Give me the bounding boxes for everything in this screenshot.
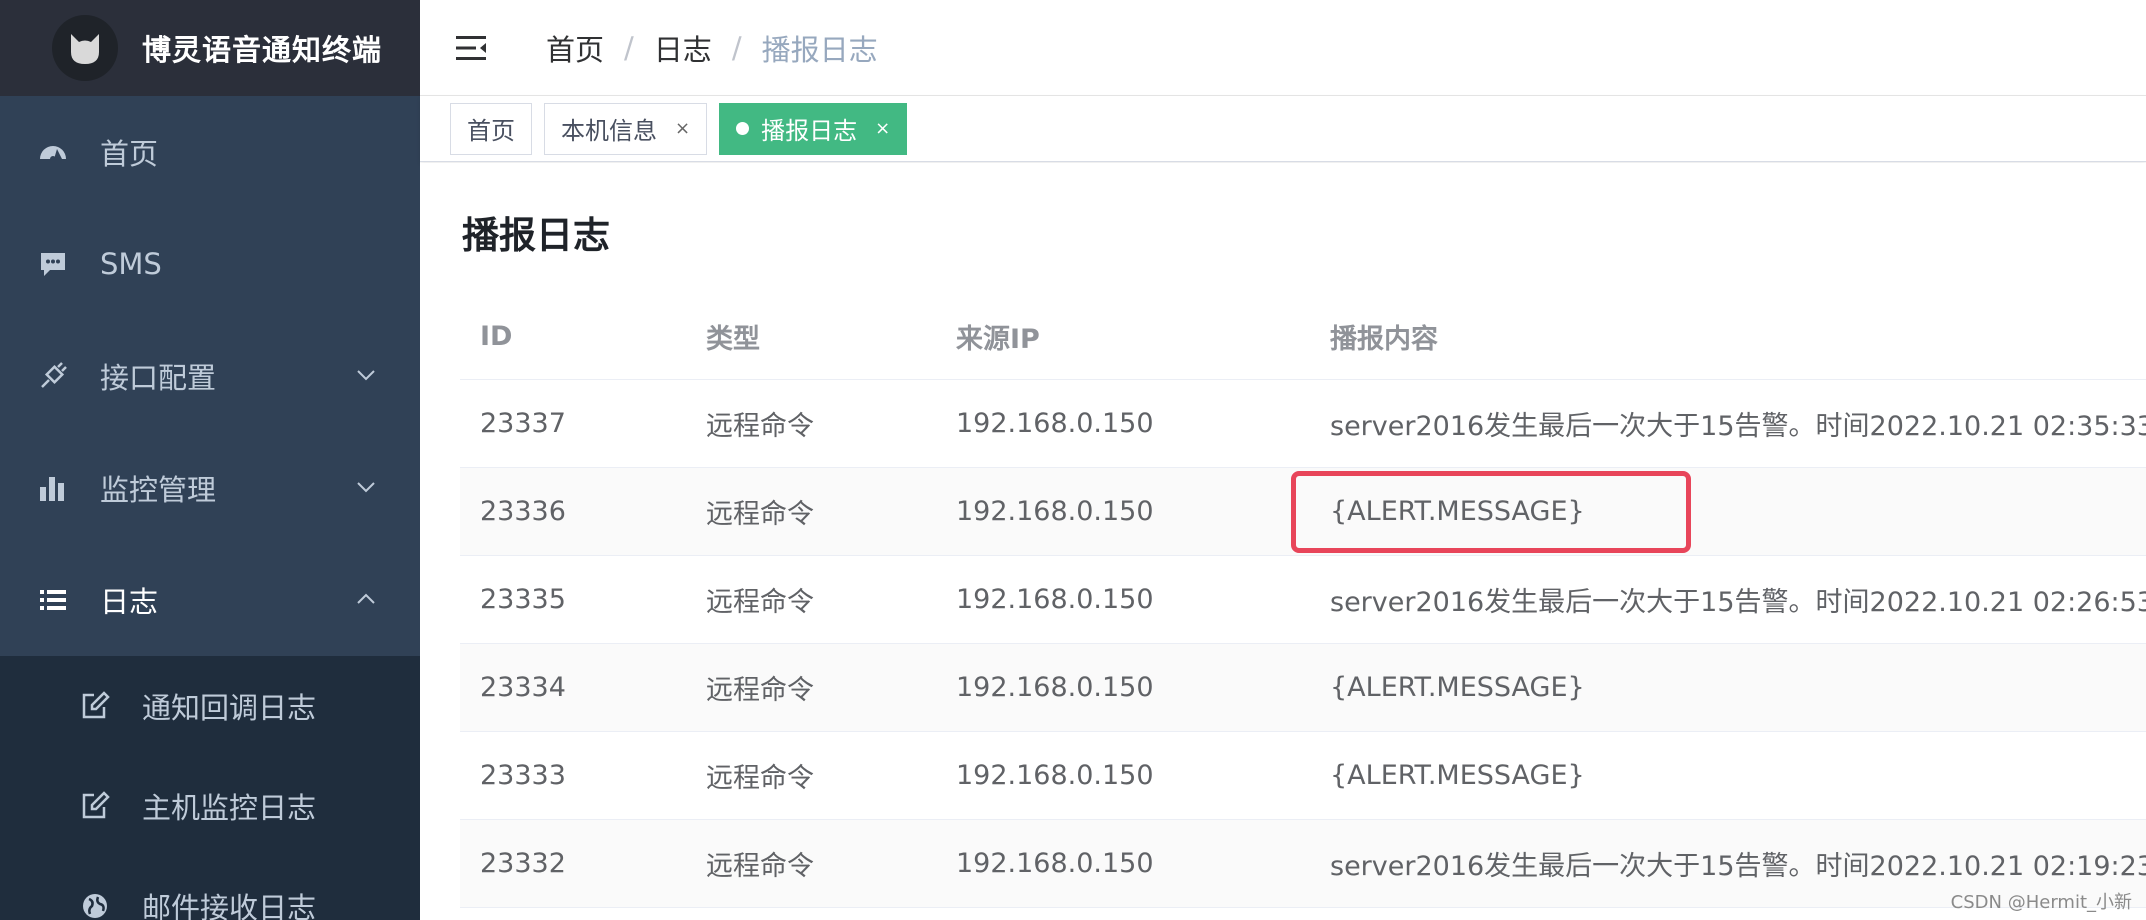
cat-logo-icon — [52, 15, 118, 81]
cell-type: 远程命令 — [706, 851, 814, 882]
table-row[interactable]: 23334 远程命令 192.168.0.150 {ALERT.MESSAGE} — [460, 644, 2146, 732]
plug-icon — [38, 361, 68, 391]
breadcrumb-current: 播报日志 — [761, 32, 878, 67]
sidebar-subitem-label: 邮件接收日志 — [142, 891, 317, 920]
cell-type: 远程命令 — [706, 763, 814, 794]
chevron-down-icon — [357, 482, 375, 493]
chevron-down-icon — [357, 370, 375, 381]
table-row[interactable]: 23332 远程命令 192.168.0.150 server2016发生最后一… — [460, 820, 2146, 908]
cell-content: server2016发生最后一次大于15告警。时间2022.10.21 02:2… — [1330, 587, 2146, 618]
column-header-content: 播报内容 — [1330, 323, 1438, 355]
sidebar-item-monitor[interactable]: 监控管理 — [0, 432, 420, 544]
cell-type: 远程命令 — [706, 675, 814, 706]
highlight-box — [1291, 471, 1691, 553]
cell-ip: 192.168.0.150 — [956, 408, 1154, 439]
cell-ip: 192.168.0.150 — [956, 760, 1154, 791]
list-icon — [38, 585, 68, 615]
sidebar: 博灵语音通知终端 首页 SMS 接口配置 监控管理 日志 通知回调日志 主机监控… — [0, 0, 420, 920]
cell-type: 远程命令 — [706, 587, 814, 618]
cell-ip: 192.168.0.150 — [956, 496, 1154, 527]
sidebar-subitem-label: 主机监控日志 — [142, 791, 317, 825]
cell-content: {ALERT.MESSAGE} — [1330, 672, 1585, 703]
breadcrumb-separator: / — [624, 30, 634, 65]
active-dot-icon — [736, 122, 750, 135]
tag-label: 本机信息 — [561, 117, 657, 145]
cell-id: 23333 — [480, 760, 566, 791]
sidebar-item-log[interactable]: 日志 — [0, 544, 420, 656]
sidebar-item-interface-config[interactable]: 接口配置 — [0, 320, 420, 432]
cell-content: server2016发生最后一次大于15告警。时间2022.10.21 02:3… — [1330, 411, 2146, 442]
cell-content: {ALERT.MESSAGE} — [1330, 760, 1585, 791]
cell-ip: 192.168.0.150 — [956, 672, 1154, 703]
cell-content: server2016发生最后一次大于15告警。时间2022.10.21 02:1… — [1330, 851, 2146, 882]
log-submenu: 通知回调日志 主机监控日志 邮件接收日志 — [0, 656, 420, 920]
hamburger-icon[interactable] — [454, 31, 488, 65]
chevron-up-icon — [357, 593, 375, 604]
tag-label: 首页 — [467, 117, 515, 145]
watermark: CSDN @Hermit_小新 — [1950, 892, 2132, 913]
tags-view: 首页 本机信息 × 播报日志 × — [420, 96, 2146, 162]
breadcrumb-home[interactable]: 首页 — [546, 27, 604, 69]
column-header-ip: 来源IP — [956, 323, 1040, 355]
column-header-id: ID — [480, 320, 513, 352]
cell-id: 23334 — [480, 672, 566, 703]
sidebar-item-sms[interactable]: SMS — [0, 208, 420, 320]
sidebar-subitem-callback-log[interactable]: 通知回调日志 — [0, 656, 420, 756]
sidebar-item-label: 日志 — [100, 585, 159, 619]
sidebar-item-label: 监控管理 — [100, 473, 217, 507]
tag-device-info[interactable]: 本机信息 × — [544, 102, 708, 155]
sidebar-subitem-mail-log[interactable]: 邮件接收日志 — [0, 856, 420, 920]
edit-icon — [80, 691, 110, 721]
cell-ip: 192.168.0.150 — [956, 848, 1154, 879]
cell-type: 远程命令 — [706, 499, 814, 530]
log-table: ID 类型 来源IP 播报内容 23337 远程命令 192.168.0.150… — [460, 293, 2146, 908]
cell-id: 23336 — [480, 496, 566, 527]
globe-icon — [80, 891, 110, 920]
cell-id: 23337 — [480, 408, 566, 439]
brand-bar: 博灵语音通知终端 — [0, 0, 420, 96]
tag-label: 播报日志 — [761, 117, 858, 145]
sidebar-item-label: SMS — [100, 247, 162, 281]
edit-icon — [80, 791, 110, 821]
page-title: 播报日志 — [462, 214, 610, 257]
table-row[interactable]: 23337 远程命令 192.168.0.150 server2016发生最后一… — [460, 380, 2146, 468]
close-icon[interactable]: × — [875, 118, 890, 139]
table-row[interactable]: 23333 远程命令 192.168.0.150 {ALERT.MESSAGE} — [460, 732, 2146, 820]
breadcrumb-log[interactable]: 日志 — [654, 27, 712, 69]
breadcrumb: 首页 / 日志 / 播报日志 — [546, 27, 878, 69]
cell-ip: 192.168.0.150 — [956, 584, 1154, 615]
cell-type: 远程命令 — [706, 411, 814, 442]
sidebar-subitem-label: 通知回调日志 — [142, 691, 317, 725]
breadcrumb-separator: / — [731, 30, 742, 65]
sidebar-item-label: 首页 — [100, 137, 159, 171]
sidebar-item-label: 接口配置 — [100, 361, 217, 395]
bar-chart-icon — [38, 473, 68, 503]
table-header: ID 类型 来源IP 播报内容 — [460, 293, 2146, 380]
brand-title: 博灵语音通知终端 — [142, 33, 383, 67]
chat-icon — [38, 249, 68, 279]
main-content: 播报日志 ID 类型 来源IP 播报内容 23337 远程命令 192.168.… — [420, 163, 2146, 920]
dashboard-icon — [38, 137, 68, 167]
tag-broadcast-log[interactable]: 播报日志 × — [719, 102, 908, 155]
close-icon[interactable]: × — [675, 118, 690, 139]
sidebar-subitem-host-monitor-log[interactable]: 主机监控日志 — [0, 756, 420, 856]
column-header-type: 类型 — [706, 323, 760, 355]
tag-home[interactable]: 首页 — [450, 102, 532, 155]
cell-id: 23335 — [480, 584, 566, 615]
navbar: 首页 / 日志 / 播报日志 — [420, 0, 2146, 96]
table-row[interactable]: 23335 远程命令 192.168.0.150 server2016发生最后一… — [460, 556, 2146, 644]
sidebar-item-home[interactable]: 首页 — [0, 96, 420, 208]
cell-id: 23332 — [480, 848, 566, 879]
